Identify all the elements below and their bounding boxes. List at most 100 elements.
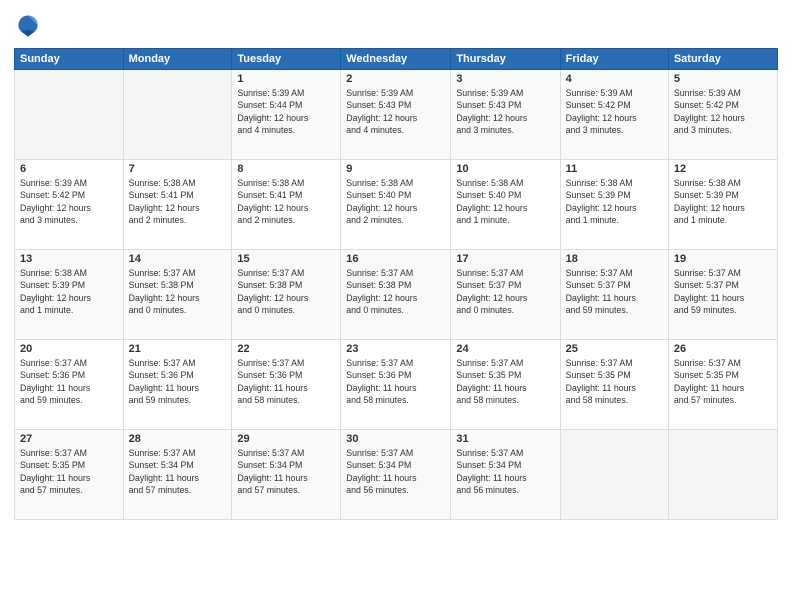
calendar-cell: 16 Sunrise: 5:37 AM Sunset: 5:38 PM Dayli…	[341, 250, 451, 340]
day-number: 30	[346, 433, 445, 445]
day-number: 31	[456, 433, 554, 445]
calendar-cell: 19 Sunrise: 5:37 AM Sunset: 5:37 PM Dayli…	[668, 250, 777, 340]
day-info: Sunrise: 5:37 AM Sunset: 5:36 PM Dayligh…	[129, 357, 227, 406]
day-info: Sunrise: 5:37 AM Sunset: 5:35 PM Dayligh…	[674, 357, 772, 406]
calendar-cell: 13 Sunrise: 5:38 AM Sunset: 5:39 PM Dayli…	[15, 250, 124, 340]
day-info: Sunrise: 5:37 AM Sunset: 5:34 PM Dayligh…	[129, 447, 227, 496]
day-number: 8	[237, 163, 335, 175]
calendar-cell	[15, 70, 124, 160]
header-day-monday: Monday	[123, 49, 232, 70]
day-number: 7	[129, 163, 227, 175]
calendar-cell: 17 Sunrise: 5:37 AM Sunset: 5:37 PM Dayli…	[451, 250, 560, 340]
day-number: 27	[20, 433, 118, 445]
calendar-cell: 18 Sunrise: 5:37 AM Sunset: 5:37 PM Dayli…	[560, 250, 668, 340]
day-info: Sunrise: 5:39 AM Sunset: 5:42 PM Dayligh…	[674, 87, 772, 136]
day-info: Sunrise: 5:37 AM Sunset: 5:36 PM Dayligh…	[20, 357, 118, 406]
day-number: 2	[346, 73, 445, 85]
day-info: Sunrise: 5:37 AM Sunset: 5:37 PM Dayligh…	[566, 267, 663, 316]
day-number: 11	[566, 163, 663, 175]
day-info: Sunrise: 5:37 AM Sunset: 5:37 PM Dayligh…	[674, 267, 772, 316]
day-info: Sunrise: 5:38 AM Sunset: 5:40 PM Dayligh…	[456, 177, 554, 226]
calendar-cell	[123, 70, 232, 160]
calendar-cell: 9 Sunrise: 5:38 AM Sunset: 5:40 PM Daylig…	[341, 160, 451, 250]
calendar-cell: 21 Sunrise: 5:37 AM Sunset: 5:36 PM Dayli…	[123, 340, 232, 430]
day-info: Sunrise: 5:37 AM Sunset: 5:36 PM Dayligh…	[237, 357, 335, 406]
day-number: 16	[346, 253, 445, 265]
day-number: 20	[20, 343, 118, 355]
day-number: 17	[456, 253, 554, 265]
day-number: 19	[674, 253, 772, 265]
calendar-cell: 15 Sunrise: 5:37 AM Sunset: 5:38 PM Dayli…	[232, 250, 341, 340]
day-info: Sunrise: 5:37 AM Sunset: 5:38 PM Dayligh…	[129, 267, 227, 316]
calendar-cell: 6Sunrise: 5:39 AM Sunset: 5:42 PM Daylig…	[15, 160, 124, 250]
day-number: 21	[129, 343, 227, 355]
day-number: 26	[674, 343, 772, 355]
day-info: Sunrise: 5:37 AM Sunset: 5:38 PM Dayligh…	[346, 267, 445, 316]
logo-icon	[14, 12, 42, 40]
header-day-wednesday: Wednesday	[341, 49, 451, 70]
day-number: 1	[237, 73, 335, 85]
calendar-cell: 2 Sunrise: 5:39 AM Sunset: 5:43 PM Daylig…	[341, 70, 451, 160]
day-info: Sunrise: 5:37 AM Sunset: 5:35 PM Dayligh…	[20, 447, 118, 496]
calendar-cell: 28 Sunrise: 5:37 AM Sunset: 5:34 PM Dayli…	[123, 430, 232, 520]
logo	[14, 12, 46, 40]
calendar-cell: 26 Sunrise: 5:37 AM Sunset: 5:35 PM Dayli…	[668, 340, 777, 430]
day-info: Sunrise: 5:38 AM Sunset: 5:39 PM Dayligh…	[566, 177, 663, 226]
day-info: Sunrise: 5:38 AM Sunset: 5:39 PM Dayligh…	[20, 267, 118, 316]
calendar-body: 1Sunrise: 5:39 AM Sunset: 5:44 PM Daylig…	[15, 70, 778, 520]
day-number: 18	[566, 253, 663, 265]
day-number: 4	[566, 73, 663, 85]
page: SundayMondayTuesdayWednesdayThursdayFrid…	[0, 0, 792, 612]
day-number: 5	[674, 73, 772, 85]
day-number: 25	[566, 343, 663, 355]
day-number: 29	[237, 433, 335, 445]
day-info: Sunrise: 5:38 AM Sunset: 5:41 PM Dayligh…	[237, 177, 335, 226]
day-info: Sunrise: 5:39 AM Sunset: 5:43 PM Dayligh…	[456, 87, 554, 136]
day-info: Sunrise: 5:37 AM Sunset: 5:36 PM Dayligh…	[346, 357, 445, 406]
day-info: Sunrise: 5:37 AM Sunset: 5:37 PM Dayligh…	[456, 267, 554, 316]
day-info: Sunrise: 5:38 AM Sunset: 5:41 PM Dayligh…	[129, 177, 227, 226]
day-info: Sunrise: 5:39 AM Sunset: 5:42 PM Dayligh…	[566, 87, 663, 136]
day-number: 24	[456, 343, 554, 355]
day-info: Sunrise: 5:37 AM Sunset: 5:35 PM Dayligh…	[456, 357, 554, 406]
calendar-header: SundayMondayTuesdayWednesdayThursdayFrid…	[15, 49, 778, 70]
week-row-3: 20 Sunrise: 5:37 AM Sunset: 5:36 PM Dayli…	[15, 340, 778, 430]
day-number: 9	[346, 163, 445, 175]
day-number: 23	[346, 343, 445, 355]
calendar-cell: 7 Sunrise: 5:38 AM Sunset: 5:41 PM Daylig…	[123, 160, 232, 250]
calendar-cell: 1Sunrise: 5:39 AM Sunset: 5:44 PM Daylig…	[232, 70, 341, 160]
calendar-cell: 31Sunrise: 5:37 AM Sunset: 5:34 PM Dayli…	[451, 430, 560, 520]
day-info: Sunrise: 5:37 AM Sunset: 5:38 PM Dayligh…	[237, 267, 335, 316]
day-number: 28	[129, 433, 227, 445]
week-row-2: 13 Sunrise: 5:38 AM Sunset: 5:39 PM Dayli…	[15, 250, 778, 340]
day-number: 14	[129, 253, 227, 265]
calendar-cell: 25 Sunrise: 5:37 AM Sunset: 5:35 PM Dayli…	[560, 340, 668, 430]
header-day-friday: Friday	[560, 49, 668, 70]
day-info: Sunrise: 5:39 AM Sunset: 5:42 PM Dayligh…	[20, 177, 118, 226]
calendar-cell	[668, 430, 777, 520]
day-number: 3	[456, 73, 554, 85]
day-info: Sunrise: 5:37 AM Sunset: 5:35 PM Dayligh…	[566, 357, 663, 406]
week-row-4: 27 Sunrise: 5:37 AM Sunset: 5:35 PM Dayli…	[15, 430, 778, 520]
calendar-cell: 30Sunrise: 5:37 AM Sunset: 5:34 PM Dayli…	[341, 430, 451, 520]
day-number: 13	[20, 253, 118, 265]
day-info: Sunrise: 5:39 AM Sunset: 5:43 PM Dayligh…	[346, 87, 445, 136]
header-day-tuesday: Tuesday	[232, 49, 341, 70]
day-number: 22	[237, 343, 335, 355]
calendar-cell: 24 Sunrise: 5:37 AM Sunset: 5:35 PM Dayli…	[451, 340, 560, 430]
day-info: Sunrise: 5:37 AM Sunset: 5:34 PM Dayligh…	[237, 447, 335, 496]
calendar-cell: 3 Sunrise: 5:39 AM Sunset: 5:43 PM Daylig…	[451, 70, 560, 160]
day-number: 15	[237, 253, 335, 265]
calendar-cell: 22 Sunrise: 5:37 AM Sunset: 5:36 PM Dayli…	[232, 340, 341, 430]
week-row-1: 6Sunrise: 5:39 AM Sunset: 5:42 PM Daylig…	[15, 160, 778, 250]
header-row: SundayMondayTuesdayWednesdayThursdayFrid…	[15, 49, 778, 70]
calendar-cell: 23 Sunrise: 5:37 AM Sunset: 5:36 PM Dayli…	[341, 340, 451, 430]
calendar-cell	[560, 430, 668, 520]
calendar-cell: 27 Sunrise: 5:37 AM Sunset: 5:35 PM Dayli…	[15, 430, 124, 520]
calendar-cell: 11 Sunrise: 5:38 AM Sunset: 5:39 PM Dayli…	[560, 160, 668, 250]
calendar-cell: 4 Sunrise: 5:39 AM Sunset: 5:42 PM Daylig…	[560, 70, 668, 160]
day-info: Sunrise: 5:38 AM Sunset: 5:40 PM Dayligh…	[346, 177, 445, 226]
calendar-cell: 20 Sunrise: 5:37 AM Sunset: 5:36 PM Dayli…	[15, 340, 124, 430]
day-number: 12	[674, 163, 772, 175]
header-day-saturday: Saturday	[668, 49, 777, 70]
